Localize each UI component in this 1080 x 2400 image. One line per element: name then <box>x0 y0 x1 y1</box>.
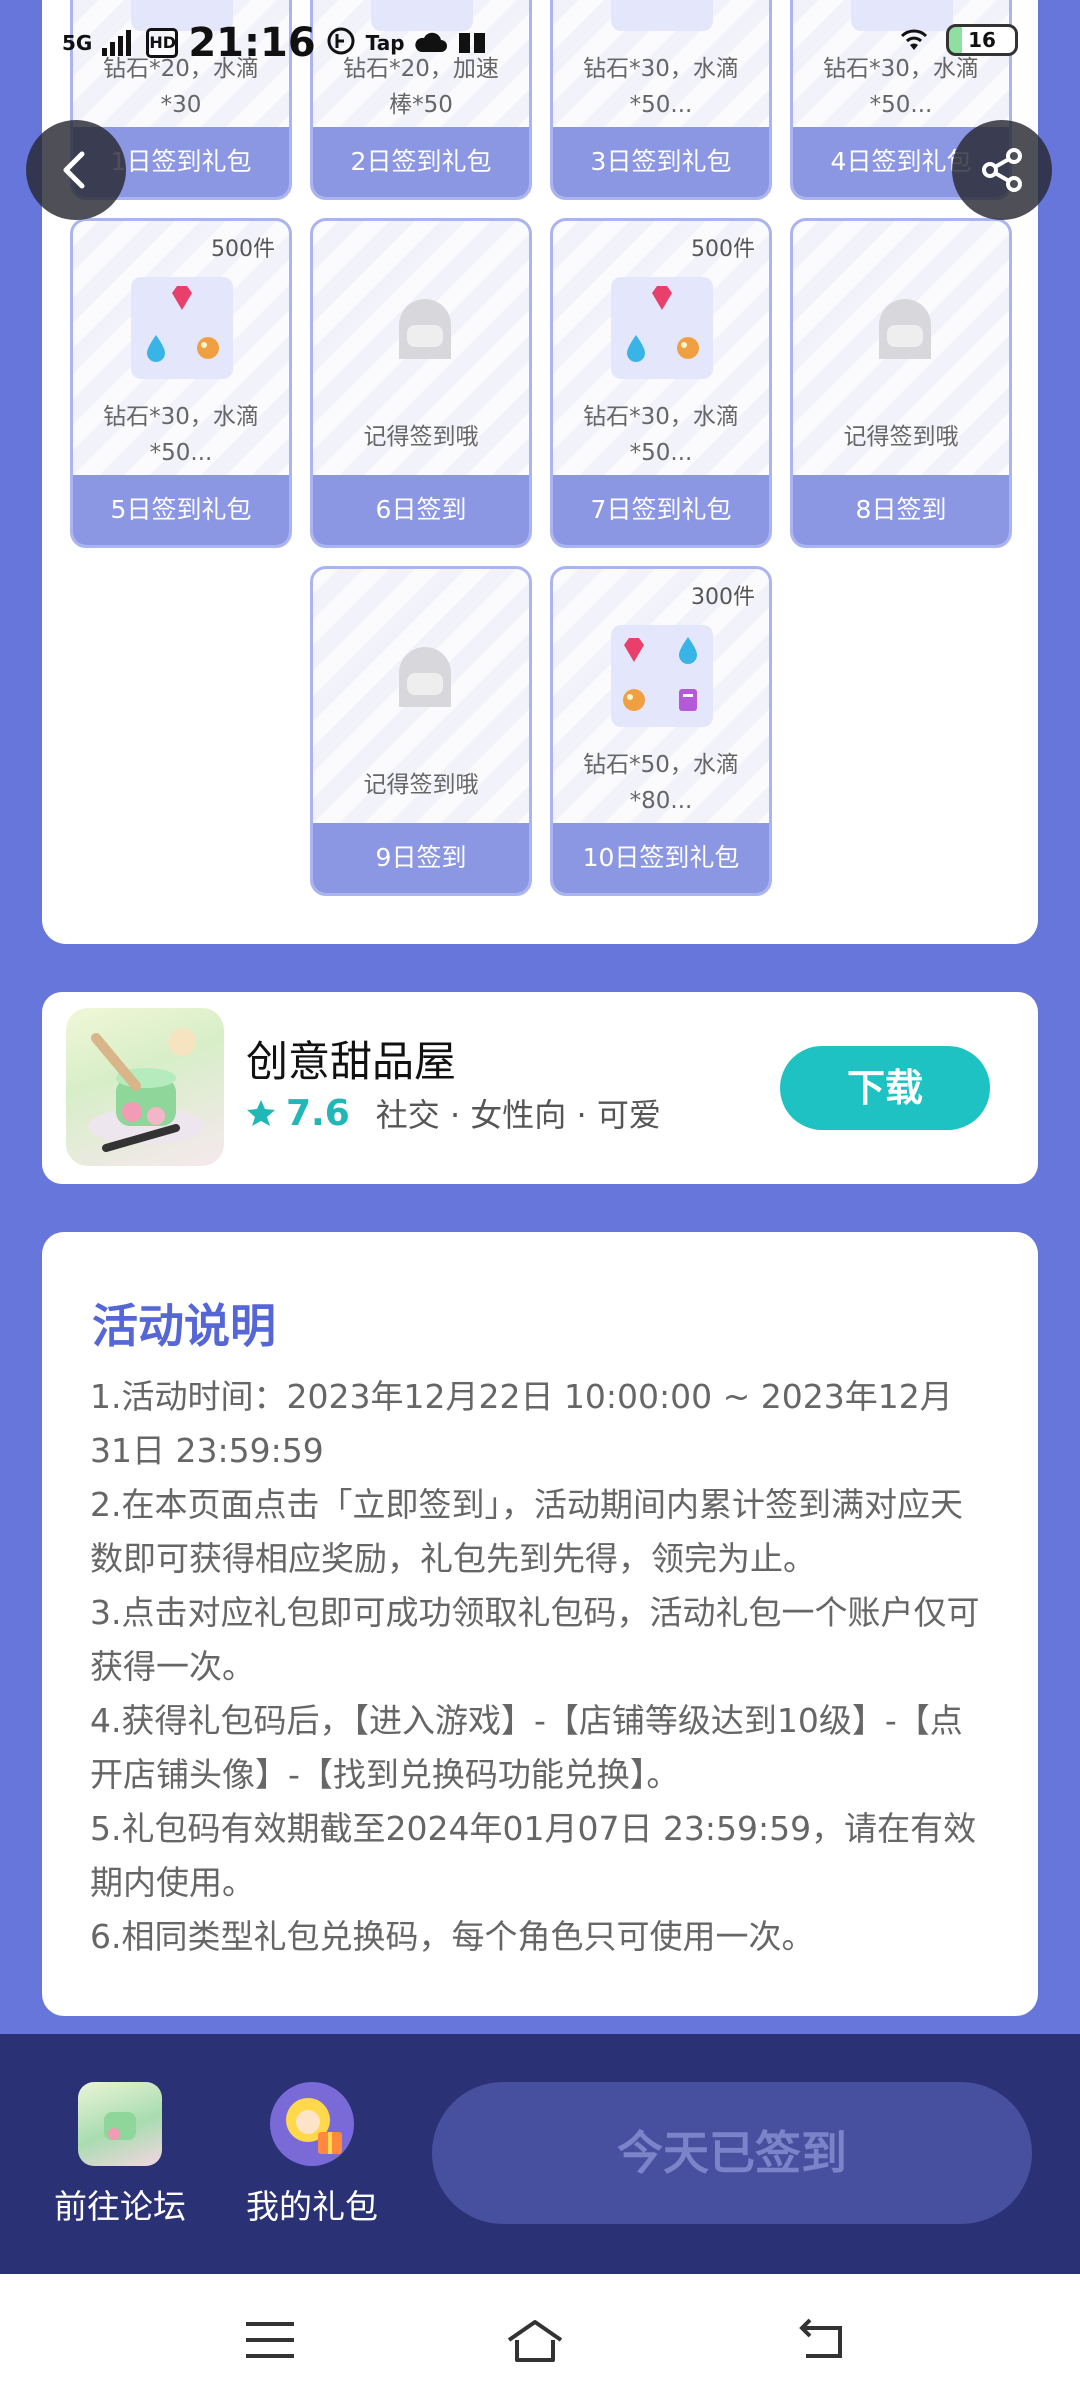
activity-rules: 1.活动时间：2023年12月22日 10:00:00 ~ 2023年12月31… <box>90 1370 990 1964</box>
sign-card-day8[interactable]: 记得签到哦 8日签到 <box>790 218 1012 548</box>
card-desc: 钻石*30，水滴 *50... <box>583 404 739 466</box>
rule-line: 3.点击对应礼包即可成功领取礼包码，活动礼包一个账户仅可获得一次。 <box>90 1593 980 1686</box>
rule-line: 2.在本页面点击「立即签到」，活动期间内累计签到满对应天数即可获得相应奖励，礼包… <box>90 1485 963 1578</box>
gift-box-icon <box>270 2082 354 2166</box>
back-arrow-icon <box>63 151 85 189</box>
gift-icon <box>611 625 713 727</box>
locked-ghost-icon <box>399 647 451 707</box>
water-drop-icon <box>147 335 165 362</box>
card-footer: 8日签到 <box>793 475 1009 545</box>
hd-badge: HD <box>146 28 179 58</box>
activity-title: 活动说明 <box>92 1299 276 1353</box>
stock-count: 500件 <box>691 237 755 262</box>
card-footer: 5日签到礼包 <box>73 475 289 545</box>
diamond-icon <box>624 638 644 662</box>
forum-icon <box>78 2082 162 2166</box>
menu-icon[interactable] <box>240 2310 300 2370</box>
signed-today-button[interactable]: 今天已签到 <box>432 2082 1032 2224</box>
card-footer: 9日签到 <box>313 823 529 893</box>
clock: 21:16 <box>188 20 316 66</box>
card-desc: 记得签到哦 <box>363 424 479 450</box>
signal-icon <box>102 20 136 66</box>
tap-label: Tap <box>365 31 405 55</box>
status-right: 16 <box>896 24 1018 56</box>
sign-card-day6[interactable]: 记得签到哦 6日签到 <box>310 218 532 548</box>
network-label: 5G <box>62 31 93 55</box>
app-tags: 社交 · 女性向 · 可爱 <box>375 1096 661 1134</box>
gift-icon <box>131 277 233 379</box>
card-desc: 钻石*30，水滴 *50... <box>103 404 259 466</box>
app-meta: 7.6 社交 · 女性向 · 可爱 <box>246 1090 661 1136</box>
share-icon <box>982 148 1022 192</box>
diamond-icon <box>652 286 672 310</box>
star-icon <box>247 1100 275 1126</box>
back-nav-icon[interactable] <box>792 2310 852 2370</box>
book-item-icon <box>679 689 697 711</box>
card-footer: 10日签到礼包 <box>553 823 769 893</box>
app-name: 创意甜品屋 <box>246 1037 457 1086</box>
bottom-action-bar: 前往论坛 我的礼包 今天已签到 <box>0 2034 1080 2274</box>
gift-card-day5[interactable]: 500件 钻石*30，水滴 *50... 5日签到礼包 <box>70 218 292 548</box>
game-thumbnail <box>66 1008 224 1166</box>
rule-line: 1.活动时间：2023年12月22日 10:00:00 ~ 2023年12月31… <box>90 1377 953 1470</box>
back-button[interactable] <box>26 120 126 220</box>
gift-card-day7[interactable]: 500件 钻石*30，水滴 *50... 7日签到礼包 <box>550 218 772 548</box>
activity-rules-card: 活动说明 1.活动时间：2023年12月22日 10:00:00 ~ 2023年… <box>42 1232 1038 2016</box>
cookie-icon <box>623 689 645 711</box>
sign-card-day9[interactable]: 记得签到哦 9日签到 <box>310 566 532 896</box>
system-nav-bar <box>0 2274 1080 2400</box>
download-button[interactable]: 下载 <box>780 1046 990 1130</box>
cloud-icon <box>414 20 447 66</box>
diamond-icon <box>172 286 192 310</box>
rule-line: 4.获得礼包码后，【进入游戏】-【店铺等级达到10级】-【点开店铺头像】-【找到… <box>90 1701 963 1794</box>
share-button[interactable] <box>952 120 1052 220</box>
rule-line: 5.礼包码有效期截至2024年01月07日 23:59:59，请在有效期内使用。 <box>90 1809 977 1902</box>
card-desc: 钻石*50，水滴 *80... <box>583 752 739 814</box>
forum-button[interactable]: 前往论坛 <box>40 2082 200 2228</box>
card-desc: 记得签到哦 <box>363 772 479 798</box>
stock-count: 500件 <box>211 237 275 262</box>
water-drop-icon <box>627 335 645 362</box>
forum-label: 前往论坛 <box>54 2187 186 2226</box>
game-app-card[interactable]: 创意甜品屋 7.6 社交 · 女性向 · 可爱 下载 <box>42 992 1038 1184</box>
cookie-icon <box>677 337 699 359</box>
status-left: 5G HD 21:16 Tap <box>62 20 487 66</box>
card-footer: 7日签到礼包 <box>553 475 769 545</box>
gift-icon <box>611 277 713 379</box>
rule-line: 6.相同类型礼包兑换码，每个角色只可使用一次。 <box>90 1917 815 1956</box>
book-icon <box>457 20 487 66</box>
my-gifts-label: 我的礼包 <box>246 2187 378 2226</box>
stock-count: 300件 <box>691 585 755 610</box>
cookie-icon <box>197 337 219 359</box>
app-notification-icon <box>326 20 356 66</box>
wifi-icon <box>896 24 932 56</box>
page: 5G HD 21:16 Tap 16 钻石*20，水滴 *30 1日签到礼包 钻… <box>0 0 1080 2400</box>
my-gifts-button[interactable]: 我的礼包 <box>232 2082 392 2228</box>
card-footer: 3日签到礼包 <box>553 127 769 197</box>
gift-card-day10[interactable]: 300件 钻石*50，水滴 *80... 10日签到礼包 <box>550 566 772 896</box>
status-bar: 5G HD 21:16 Tap 16 <box>0 0 1080 80</box>
locked-ghost-icon <box>879 299 931 359</box>
card-desc: 记得签到哦 <box>843 424 959 450</box>
card-footer: 2日签到礼包 <box>313 127 529 197</box>
card-footer: 6日签到 <box>313 475 529 545</box>
locked-ghost-icon <box>399 299 451 359</box>
water-drop-icon <box>679 637 697 664</box>
battery-icon: 16 <box>946 24 1018 56</box>
app-rating: 7.6 <box>286 1092 350 1134</box>
home-icon[interactable] <box>505 2310 565 2370</box>
